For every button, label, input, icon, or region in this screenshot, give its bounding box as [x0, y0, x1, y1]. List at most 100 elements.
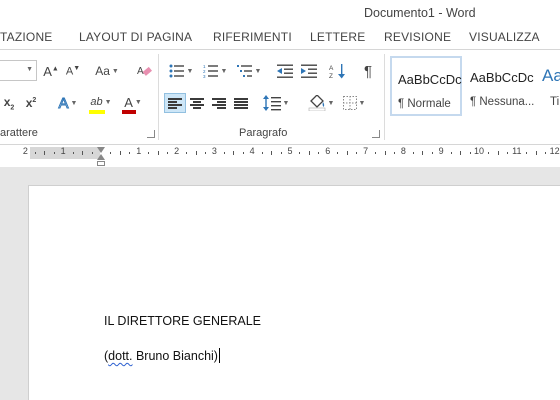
numbering-button[interactable]: 1 2 3 ▼	[200, 61, 230, 81]
ruler-tick	[299, 152, 301, 154]
tab-revisione[interactable]: REVISIONE	[384, 30, 451, 44]
font-dialog-launcher-icon[interactable]	[147, 130, 155, 138]
change-case-label: Aa	[95, 64, 110, 78]
multilevel-list-icon	[236, 65, 252, 77]
paragraph-dialog-launcher-icon[interactable]	[372, 130, 380, 138]
tab-layout-di-pagina[interactable]: LAYOUT DI PAGINA	[79, 30, 192, 44]
sort-az-icon: A Z	[329, 64, 345, 79]
ruler-tick	[488, 152, 490, 154]
misspelled-word[interactable]: dott.	[108, 349, 132, 363]
chevron-down-icon: ▼	[70, 99, 78, 107]
decrease-indent-icon	[277, 64, 293, 78]
ruler-tick	[34, 152, 36, 154]
hanging-indent-marker[interactable]	[97, 154, 105, 160]
title-bar: Documento1 - Word	[0, 0, 560, 27]
svg-text:A: A	[137, 66, 144, 77]
align-left-button[interactable]	[164, 93, 186, 113]
paragraph-line-2[interactable]: (dott. Bruno Bianchi)	[104, 348, 220, 363]
ruler-tick	[53, 152, 55, 154]
ruler-tick	[545, 152, 547, 154]
align-right-icon	[212, 97, 226, 109]
document-page[interactable]: IL DIRETTORE GENERALE (dott. Bruno Bianc…	[28, 185, 560, 400]
font-color-button[interactable]: A ▼	[118, 92, 148, 114]
clear-formatting-button[interactable]: A	[134, 61, 154, 81]
ruler-tick	[393, 152, 395, 154]
ruler-number: 2	[22, 146, 28, 156]
ruler-tick	[119, 151, 121, 155]
chevron-down-icon: ▼	[254, 67, 262, 75]
style-sample: AaBbCcDc	[470, 70, 534, 85]
grow-font-icon: A▲	[43, 63, 59, 79]
style-normale[interactable]: AaBbCcDc ¶ Normale	[390, 56, 462, 116]
decrease-indent-button[interactable]	[274, 61, 296, 81]
ruler-number: 5	[287, 146, 293, 156]
left-indent-marker[interactable]	[97, 161, 105, 166]
paint-bucket-icon	[308, 95, 325, 111]
align-center-button[interactable]	[187, 93, 207, 113]
ruler-tick	[44, 151, 46, 155]
ruler-tick	[91, 152, 93, 154]
ribbon-tabs: TAZIONE LAYOUT DI PAGINA RIFERIMENTI LET…	[0, 27, 560, 49]
bulleted-list-icon	[169, 64, 184, 78]
ruler-tick	[261, 152, 263, 154]
numbered-list-icon: 1 2 3	[203, 64, 218, 78]
tab-lettere[interactable]: LETTERE	[310, 30, 365, 44]
ruler-tick	[469, 152, 471, 154]
align-left-icon	[168, 97, 182, 109]
ruler-tick	[157, 151, 159, 155]
highlight-button[interactable]: ab ▼	[86, 92, 116, 114]
ruler-number: 1	[60, 146, 66, 156]
subscript-button[interactable]: x2	[2, 93, 16, 113]
borders-button[interactable]: ▼	[339, 93, 369, 113]
shading-button[interactable]: ▼	[305, 93, 337, 113]
justify-button[interactable]	[231, 93, 251, 113]
tab-visualizza[interactable]: VISUALIZZA	[469, 30, 540, 44]
ruler-tick	[233, 151, 235, 155]
bullets-button[interactable]: ▼	[166, 61, 196, 81]
ruler-number: 9	[438, 146, 444, 156]
borders-icon	[342, 96, 357, 110]
ruler-tick	[195, 151, 197, 155]
first-line-indent-marker[interactable]	[97, 147, 105, 153]
horizontal-ruler[interactable]: 2 1 1 2 3 4 5 6 7 8 9 10 11 12	[0, 145, 560, 167]
ruler-number: 12	[549, 146, 560, 156]
tab-formattazione[interactable]: TAZIONE	[0, 30, 53, 44]
chevron-down-icon: ▼	[134, 98, 142, 106]
increase-indent-button[interactable]	[298, 61, 320, 81]
show-formatting-marks-button[interactable]: ¶	[358, 61, 378, 81]
subscript-icon: x2	[3, 94, 15, 112]
svg-text:3: 3	[203, 74, 206, 78]
svg-text:A: A	[329, 65, 334, 72]
paragraph-line-1[interactable]: IL DIRETTORE GENERALE	[104, 314, 261, 328]
superscript-button[interactable]: x2	[23, 93, 39, 113]
line-spacing-button[interactable]: ▼	[261, 93, 291, 113]
align-right-button[interactable]	[209, 93, 229, 113]
chevron-down-icon: ▼	[186, 67, 194, 75]
font-size-combo[interactable]: ▼	[0, 60, 37, 81]
text-effects-button[interactable]: A ▼	[54, 93, 82, 113]
pilcrow-icon: ¶	[363, 62, 373, 80]
style-name: Ti	[550, 96, 560, 108]
ruler-tick	[242, 152, 244, 154]
ruler-tick	[497, 151, 499, 155]
group-separator	[158, 54, 159, 140]
grow-font-button[interactable]: A▲	[42, 61, 60, 81]
ruler-tick	[422, 151, 424, 155]
ruler-tick	[82, 151, 84, 155]
tab-riferimenti[interactable]: RIFERIMENTI	[213, 30, 292, 44]
ruler-tick	[204, 152, 206, 154]
shrink-font-button[interactable]: A▼	[64, 61, 82, 81]
multilevel-list-button[interactable]: ▼	[234, 61, 264, 81]
font-color-icon: A	[122, 95, 137, 114]
ruler-tick	[356, 152, 358, 154]
change-case-button[interactable]: Aa ▼	[92, 61, 122, 81]
group-separator	[384, 54, 385, 140]
superscript-icon: x2	[25, 96, 37, 110]
style-nessuna-spaziatura[interactable]: AaBbCcDc ¶ Nessuna...	[464, 56, 536, 116]
sort-button[interactable]: A Z	[327, 61, 349, 81]
ruler-tick	[346, 151, 348, 155]
chevron-down-icon: ▼	[282, 99, 290, 107]
ruler-tick	[72, 152, 74, 154]
style-titolo[interactable]: Aa Ti	[538, 56, 560, 116]
ruler-number: 2	[174, 146, 180, 156]
